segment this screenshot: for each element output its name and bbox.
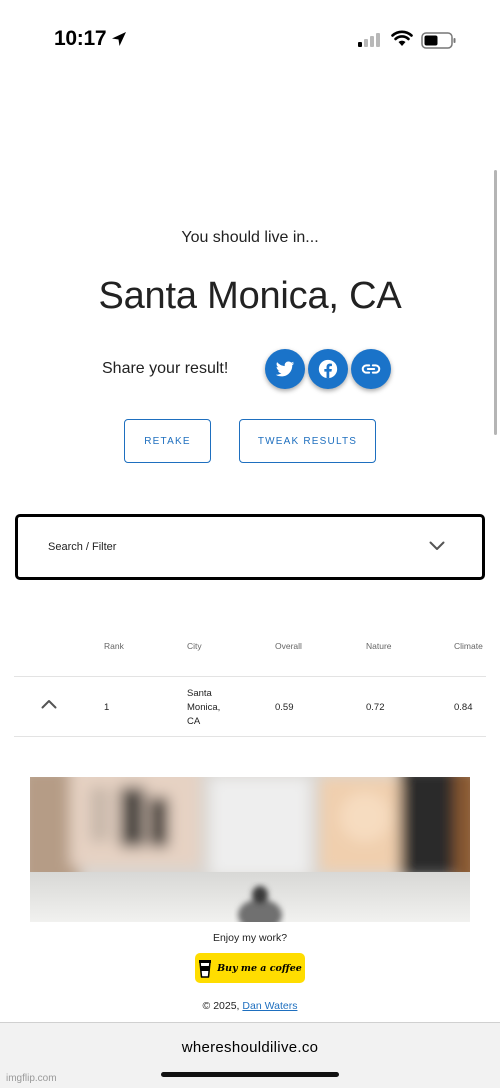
column-header-overall[interactable]: Overall (275, 641, 302, 651)
buy-me-a-coffee-label: Buy me a coffee (217, 962, 302, 974)
cell-city: Santa Monica, CA (187, 687, 220, 729)
chevron-up-icon[interactable] (41, 699, 57, 709)
copyright-text: © 2025, (202, 1000, 240, 1012)
cell-climate: 0.84 (454, 702, 473, 713)
share-twitter-button[interactable] (265, 349, 305, 389)
cell-overall: 0.59 (275, 702, 294, 713)
watermark: imgflip.com (6, 1073, 57, 1084)
share-label: Share your result! (102, 360, 229, 377)
search-filter-label: Search / Filter (48, 541, 117, 553)
tweak-results-button[interactable]: TWEAK RESULTS (239, 419, 376, 463)
chevron-down-icon (429, 541, 445, 550)
share-link-button[interactable] (351, 349, 391, 389)
cell-rank: 1 (104, 702, 110, 713)
column-header-climate[interactable]: Climate (454, 641, 483, 651)
cell-city-line: Monica, (187, 702, 221, 713)
home-indicator[interactable] (161, 1072, 339, 1077)
wifi-icon (391, 30, 413, 46)
result-intro: You should live in... (181, 229, 319, 246)
column-header-city[interactable]: City (187, 641, 202, 651)
location-arrow-icon (112, 32, 126, 46)
share-facebook-button[interactable] (308, 349, 348, 389)
enjoy-text: Enjoy my work? (212, 932, 288, 944)
city-photo (30, 777, 470, 922)
cellular-signal-icon (358, 33, 380, 47)
battery-icon (421, 32, 456, 49)
coffee-cup-icon (199, 960, 212, 978)
column-header-rank[interactable]: Rank (104, 641, 124, 651)
buy-me-a-coffee-button[interactable]: Buy me a coffee (195, 953, 305, 983)
status-time: 10:17 (54, 27, 107, 50)
facebook-icon (318, 359, 338, 379)
browser-url-bar[interactable]: whereshouldilive.co imgflip.com (0, 1022, 500, 1088)
link-icon (361, 364, 381, 374)
cell-city-line: CA (187, 716, 201, 727)
cell-nature: 0.72 (366, 702, 385, 713)
copyright: © 2025, Dan Waters (0, 1000, 500, 1012)
result-city-title: Santa Monica, CA (98, 275, 402, 317)
cell-city-line: Santa (187, 688, 212, 699)
twitter-icon (275, 361, 295, 377)
column-header-nature[interactable]: Nature (366, 641, 392, 651)
search-filter-dropdown[interactable]: Search / Filter (15, 514, 485, 580)
status-bar: 10:17 (0, 0, 500, 80)
author-link[interactable]: Dan Waters (242, 1000, 297, 1012)
retake-button[interactable]: RETAKE (124, 419, 211, 463)
results-table-header: Rank City Overall Nature Climate (14, 628, 486, 677)
url-text[interactable]: whereshouldilive.co (0, 1039, 500, 1056)
table-row[interactable]: 1 Santa Monica, CA 0.59 0.72 0.84 (14, 677, 486, 737)
